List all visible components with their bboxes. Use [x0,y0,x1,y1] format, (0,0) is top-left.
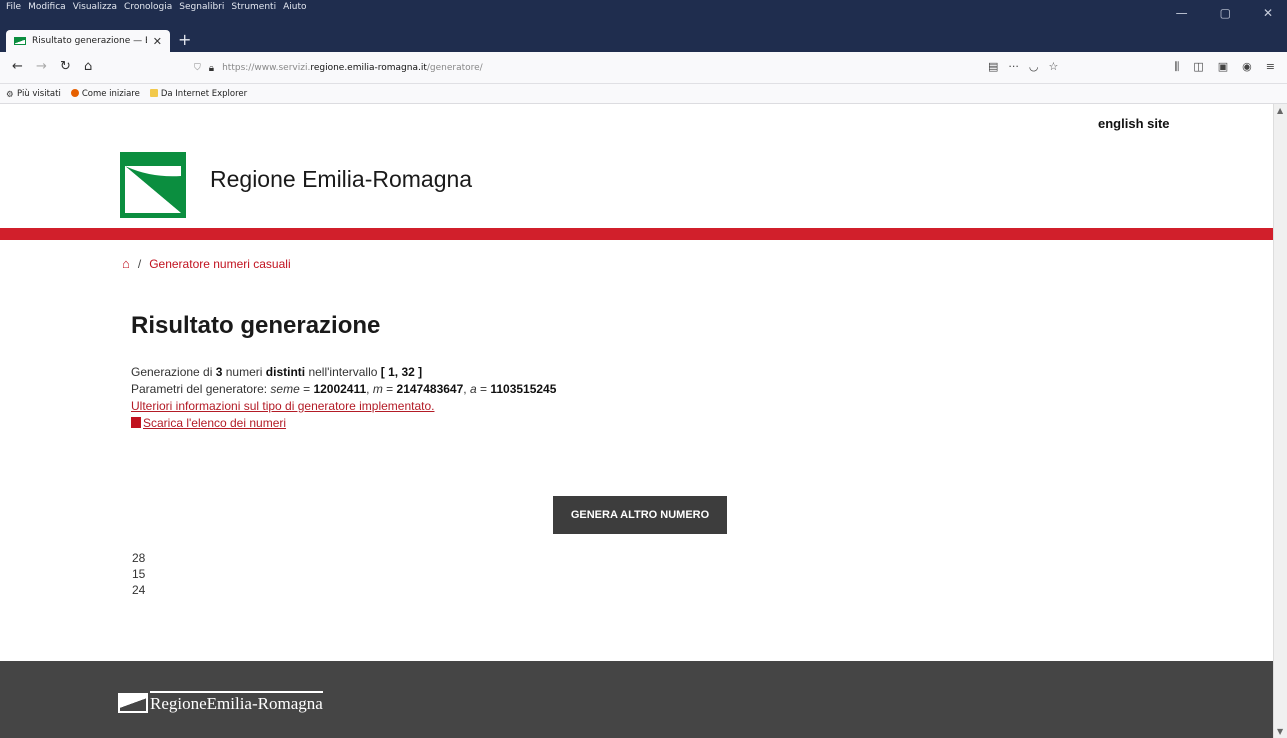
home-button-icon[interactable]: ⌂ [84,59,92,74]
bookmark-ie-folder[interactable]: Da Internet Explorer [149,88,247,99]
sidebar-icon[interactable]: ◫ [1193,60,1203,74]
number-item: 28 [132,551,146,565]
lock-icon[interactable]: 🔒︎ [209,63,214,74]
breadcrumb-current[interactable]: Generatore numeri casuali [149,257,290,271]
bookmarks-bar: ⚙ Più visitati Come iniziare Da Internet … [0,84,1287,104]
tab-title: Risultato generazione — E-R [32,36,147,46]
menu-segnalibri[interactable]: Segnalibri [179,2,224,12]
scroll-down-icon[interactable]: ▼ [1277,727,1283,736]
more-actions-icon[interactable]: ··· [1008,60,1019,73]
maximize-icon[interactable]: ▢ [1220,6,1231,20]
number-item: 24 [132,583,146,597]
forward-icon[interactable]: → [36,59,47,74]
url-bar[interactable]: ⛉ 🔒︎ https://www.servizi.regione.emilia-… [188,57,1008,79]
toolbar-right: ⫼ ◫ ▣ ◉ ≡ [1174,60,1275,74]
menu-strumenti[interactable]: Strumenti [231,2,276,12]
generated-numbers: 28 15 24 [132,550,145,598]
english-site-link[interactable]: english site [1098,116,1170,131]
menu-cronologia[interactable]: Cronologia [124,2,172,12]
menu-bar: File Modifica Visualizza Cronologia Segn… [6,2,306,12]
vertical-scrollbar[interactable]: ▲ ▼ [1273,104,1287,738]
close-window-icon[interactable]: ✕ [1263,6,1273,20]
menu-file[interactable]: File [6,2,21,12]
scroll-up-icon[interactable]: ▲ [1277,106,1283,115]
page-footer: RegioneEmilia-Romagna [0,661,1273,738]
region-logo[interactable] [120,152,186,218]
window-titlebar: File Modifica Visualizza Cronologia Segn… [0,0,1287,28]
region-logo-icon [120,152,186,218]
url-actions: ▤ ··· ◡ ☆ [988,60,1058,73]
generator-info-link[interactable]: Ulteriori informazioni sul tipo di gener… [131,399,434,413]
close-tab-icon[interactable]: ✕ [153,35,162,48]
home-icon[interactable]: ⌂ [122,256,130,271]
generation-summary: Generazione di 3 numeri distinti nell'in… [131,365,423,379]
window-controls: — ▢ ✕ [1176,6,1273,20]
menu-visualizza[interactable]: Visualizza [73,2,117,12]
breadcrumb-separator: / [137,256,142,271]
footer-logo-text: RegioneEmilia-Romagna [150,691,323,714]
pocket-icon[interactable]: ◡ [1029,60,1039,73]
generation-info: Generazione di 3 numeri distinti nell'in… [131,364,556,432]
library-icon[interactable]: ⫼ [1174,60,1179,74]
page-viewport: english site Regione Emilia-Romagna ⌂ / … [0,104,1287,738]
folder-icon [149,88,158,97]
bookmark-getting-started[interactable]: Come iniziare [70,88,140,99]
menu-modifica[interactable]: Modifica [28,2,66,12]
breadcrumb: ⌂ / Generatore numeri casuali [122,256,291,271]
back-icon[interactable]: ← [12,59,23,74]
tab-strip: Risultato generazione — E-R ✕ + [0,28,1287,52]
extension-icon[interactable]: ◉ [1242,60,1252,74]
page-title: Risultato generazione [131,312,381,339]
bookmark-star-icon[interactable]: ☆ [1049,60,1059,73]
reader-view-icon[interactable]: ▤ [988,60,998,73]
nav-toolbar: ← → ↻ ⌂ ⛉ 🔒︎ https://www.servizi.regione… [0,52,1287,84]
browser-tab[interactable]: Risultato generazione — E-R ✕ [6,30,170,52]
footer-logo-icon [118,692,148,713]
hamburger-menu-icon[interactable]: ≡ [1266,60,1275,74]
pdf-icon [131,417,141,428]
generate-another-button[interactable]: GENERA ALTRO NUMERO [553,496,727,534]
favicon-icon [14,37,26,45]
download-numbers-link[interactable]: Scarica l'elenco dei numeri [131,416,286,430]
bookmark-most-visited[interactable]: ⚙ Più visitati [6,89,61,100]
footer-logo[interactable]: RegioneEmilia-Romagna [118,691,323,714]
generator-params: Parametri del generatore: seme = 1200241… [131,382,557,396]
shield-icon[interactable]: ⛉ [194,63,201,73]
pdf-extension-icon[interactable]: ▣ [1218,60,1228,74]
brand-title[interactable]: Regione Emilia-Romagna [210,166,472,193]
new-tab-icon[interactable]: + [178,30,191,50]
firefox-icon [70,88,79,97]
url-text: https://www.servizi.regione.emilia-romag… [222,63,483,73]
menu-aiuto[interactable]: Aiuto [283,2,306,12]
gear-icon: ⚙ [6,89,14,100]
reload-icon[interactable]: ↻ [60,59,71,74]
minimize-icon[interactable]: — [1176,6,1188,20]
red-divider [0,228,1273,240]
number-item: 15 [132,567,146,581]
